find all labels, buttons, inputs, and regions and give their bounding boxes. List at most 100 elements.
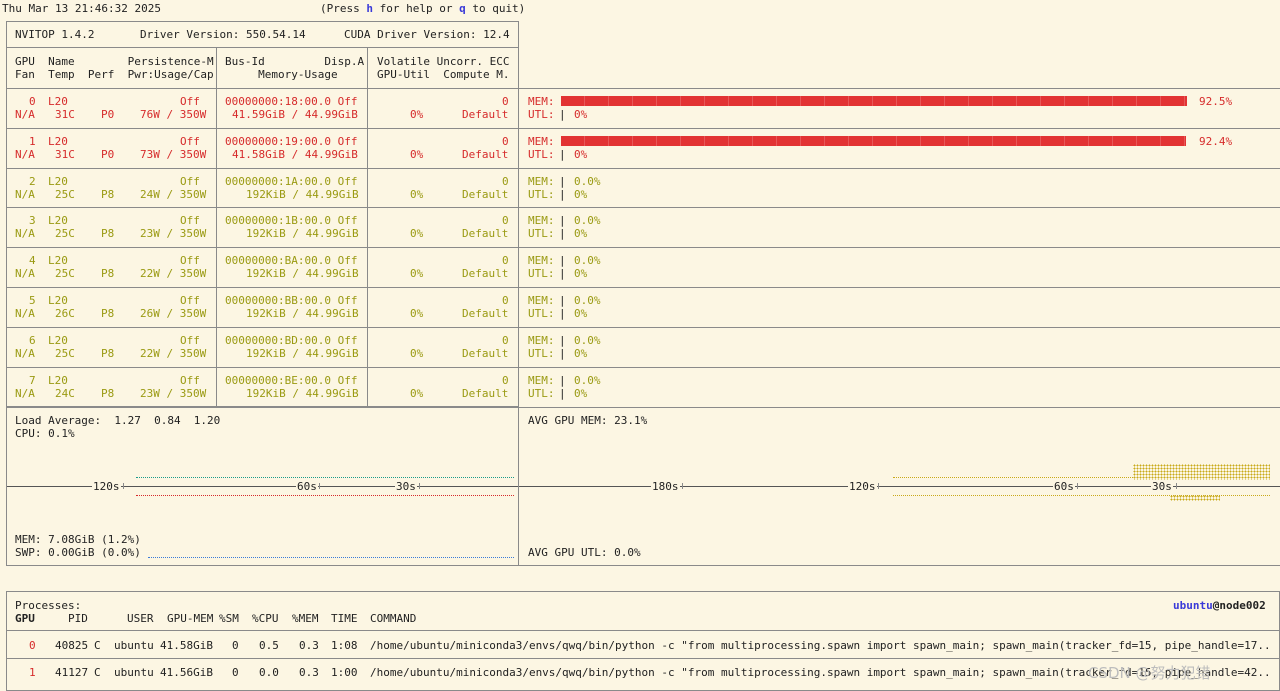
proc-sm: 0 — [232, 666, 239, 679]
gpu-memory-usage: 192KiB / 44.99GiB — [246, 267, 359, 280]
proc-cpu: 0.5 — [259, 639, 279, 652]
gpu-fan: N/A — [15, 188, 35, 201]
gpu-utl-bar-empty: | — [559, 347, 566, 360]
gpu-tick-180s: 180s — [651, 480, 680, 493]
gpu-fan: N/A — [15, 148, 35, 161]
gpu-util: 0% — [410, 387, 424, 400]
gpu-perf: P8 — [101, 347, 115, 360]
proc-mem: 0.3 — [299, 639, 319, 652]
gpu-perf: P0 — [101, 108, 115, 121]
gpu-util-history-spike — [1170, 495, 1220, 501]
proc-gpu-mem: 41.58GiB — [160, 639, 213, 652]
proc-pid: 40825 — [55, 639, 89, 652]
gpu-perf: P0 — [101, 148, 115, 161]
header-command: COMMAND — [370, 612, 417, 625]
gpu-bus-id: 00000000:BA:00.0 Off — [225, 254, 358, 267]
gpu-utl-percent: 0% — [574, 148, 588, 161]
proc-time: 1:08 — [331, 639, 358, 652]
gpu-name: L20 — [48, 95, 68, 108]
host-tick-120s: 120s — [92, 480, 121, 493]
header-time: TIME — [331, 612, 358, 625]
gpu-tick-60s: 60s — [1053, 480, 1075, 493]
gpu-mem-bar — [561, 136, 1186, 146]
gpu-bus-id: 00000000:18:00.0 Off — [225, 95, 358, 108]
gpu-utl-label: UTL: — [528, 267, 555, 280]
gpu-compute-mode: Default — [462, 387, 509, 400]
gpu-fan: N/A — [15, 108, 35, 121]
gpu-compute-mode: Default — [462, 267, 509, 280]
gpu-memory-usage: 192KiB / 44.99GiB — [246, 347, 359, 360]
gpu-ecc: 0 — [502, 374, 509, 387]
cpu-usage: CPU: 0.1% — [15, 427, 75, 440]
proc-gpu: 1 — [29, 666, 36, 679]
swap-usage: SWP: 0.00GiB (0.0%) — [15, 546, 141, 559]
gpu-bus-id: 00000000:BB:00.0 Off — [225, 294, 358, 307]
gpu-tick-120s: 120s — [848, 480, 877, 493]
avg-gpu-mem: AVG GPU MEM: 23.1% — [528, 414, 648, 427]
gpu-util: 0% — [410, 148, 424, 161]
gpu-mem-label: MEM: — [528, 294, 555, 307]
gpu-persistence: Off — [180, 135, 200, 148]
gpu-temp: 25C — [55, 347, 75, 360]
proc-type: C — [94, 666, 101, 679]
processes-title: Processes: — [15, 599, 82, 612]
proc-cpu: 0.0 — [259, 666, 279, 679]
gpu-mem-percent: 92.5% — [1199, 95, 1233, 108]
gpu-mem-label: MEM: — [528, 374, 555, 387]
gpu-temp: 26C — [55, 307, 75, 320]
gpu-mem-label: MEM: — [528, 254, 555, 267]
gpu-temp: 31C — [55, 108, 75, 121]
col-header-util: GPU-Util Compute M. — [377, 68, 510, 81]
gpu-index: 3 — [29, 214, 36, 227]
gpu-mem-bar — [561, 96, 1187, 106]
gpu-compute-mode: Default — [462, 148, 509, 161]
gpu-tick-30s: 30s — [1151, 480, 1173, 493]
gpu-mem-percent: 0.0% — [574, 175, 601, 188]
gpu-mem-bar-empty: | — [559, 175, 566, 188]
gpu-power: 23W / 350W — [140, 227, 207, 240]
gpu-memory-usage: 192KiB / 44.99GiB — [246, 307, 359, 320]
gpu-index: 0 — [29, 95, 36, 108]
gpu-index: 6 — [29, 334, 36, 347]
header-mem: %MEM — [292, 612, 319, 625]
gpu-utl-percent: 0% — [574, 347, 588, 360]
quit-key: q — [459, 2, 466, 15]
gpu-temp: 25C — [55, 267, 75, 280]
header-user: USER — [127, 612, 154, 625]
gpu-mem-history-low — [893, 477, 1133, 478]
gpu-mem-history — [1133, 464, 1270, 480]
nvitop-version: NVITOP 1.4.2 — [15, 28, 95, 41]
gpu-bus-id: 00000000:1A:00.0 Off — [225, 175, 358, 188]
gpu-mem-bar-empty: | — [559, 334, 566, 347]
gpu-compute-mode: Default — [462, 108, 509, 121]
gpu-mem-bar-empty: | — [559, 374, 566, 387]
gpu-ecc: 0 — [502, 254, 509, 267]
col-header-memory: Memory-Usage — [225, 68, 338, 81]
gpu-utl-label: UTL: — [528, 307, 555, 320]
gpu-power: 24W / 350W — [140, 188, 207, 201]
gpu-mem-bar-empty: | — [559, 254, 566, 267]
gpu-power: 22W / 350W — [140, 347, 207, 360]
col-header-gpu: GPU Name Persistence-M — [15, 55, 214, 68]
gpu-utl-percent: 0% — [574, 108, 588, 121]
gpu-mem-percent: 0.0% — [574, 374, 601, 387]
help-key: h — [366, 2, 373, 15]
gpu-ecc: 0 — [502, 214, 509, 227]
gpu-compute-mode: Default — [462, 227, 509, 240]
proc-type: C — [94, 639, 101, 652]
gpu-index: 4 — [29, 254, 36, 267]
gpu-ecc: 0 — [502, 135, 509, 148]
gpu-name: L20 — [48, 214, 68, 227]
gpu-utl-bar-empty: | — [559, 387, 566, 400]
col-header-fan: Fan Temp Perf Pwr:Usage/Cap — [15, 68, 214, 81]
gpu-power: 23W / 350W — [140, 387, 207, 400]
gpu-util: 0% — [410, 108, 424, 121]
proc-user: ubuntu — [114, 639, 154, 652]
gpu-index: 7 — [29, 374, 36, 387]
gpu-util: 0% — [410, 267, 424, 280]
gpu-bus-id: 00000000:1B:00.0 Off — [225, 214, 358, 227]
gpu-utl-percent: 0% — [574, 188, 588, 201]
gpu-name: L20 — [48, 254, 68, 267]
gpu-index: 1 — [29, 135, 36, 148]
gpu-persistence: Off — [180, 334, 200, 347]
